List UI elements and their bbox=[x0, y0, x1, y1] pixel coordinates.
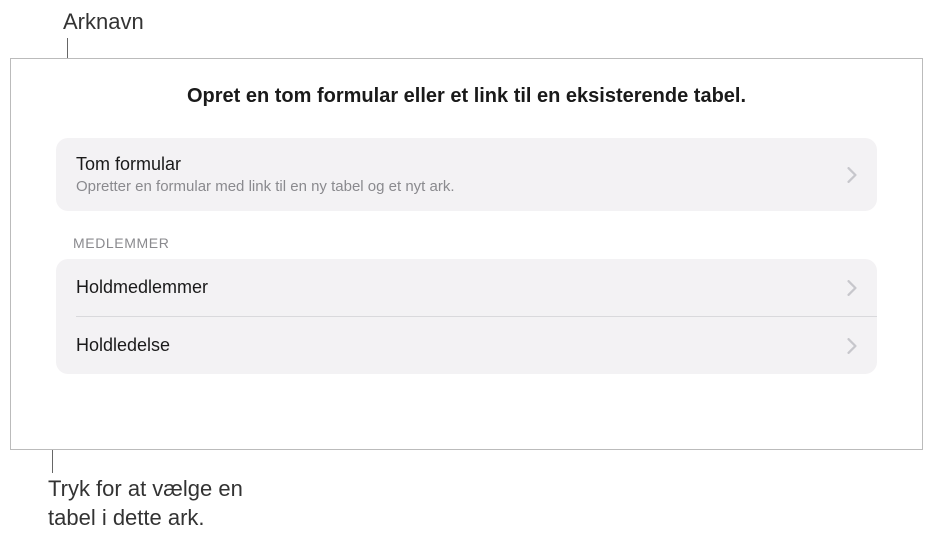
table-row[interactable]: Holdmedlemmer bbox=[56, 259, 877, 316]
callout-arknavn: Arknavn bbox=[63, 8, 144, 37]
callout-bottom-line1: Tryk for at vælge en bbox=[48, 475, 243, 504]
section-header-members: MEDLEMMER bbox=[73, 235, 877, 251]
tables-list: Holdmedlemmer Holdledelse bbox=[56, 259, 877, 374]
blank-form-subtitle: Opretter en formular med link til en ny … bbox=[76, 178, 847, 195]
table-row[interactable]: Holdledelse bbox=[76, 317, 877, 374]
table-row-label: Holdmedlemmer bbox=[76, 277, 847, 298]
chevron-right-icon bbox=[847, 338, 857, 354]
chevron-right-icon bbox=[847, 280, 857, 296]
table-row-content: Holdmedlemmer bbox=[76, 277, 847, 298]
panel-title: Opret en tom formular eller et link til … bbox=[11, 85, 922, 108]
chevron-right-icon bbox=[847, 167, 857, 183]
blank-form-content: Tom formular Opretter en formular med li… bbox=[76, 154, 847, 195]
form-setup-panel: Opret en tom formular eller et link til … bbox=[10, 58, 923, 450]
blank-form-title: Tom formular bbox=[76, 154, 847, 175]
blank-form-option[interactable]: Tom formular Opretter en formular med li… bbox=[56, 138, 877, 211]
callout-tap-to-select: Tryk for at vælge en tabel i dette ark. bbox=[48, 475, 243, 532]
table-row-label: Holdledelse bbox=[76, 335, 847, 356]
callout-bottom-line2: tabel i dette ark. bbox=[48, 504, 243, 533]
table-row-content: Holdledelse bbox=[76, 335, 847, 356]
